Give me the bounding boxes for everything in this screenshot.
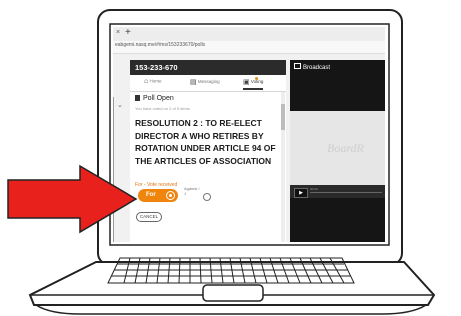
broadcast-header: Broadcast [294,63,330,71]
new-tab-button[interactable]: + [125,27,131,38]
resolution-title: RESOLUTION 2 : TO RE-ELECT DIRECTOR A WH… [135,118,276,166]
panel-header: 153-233-670 [130,60,286,75]
tab-voting[interactable]: ▣ Voting [243,78,264,90]
play-button[interactable]: ▶ [294,188,308,198]
poll-status: Poll Open [135,95,174,102]
chat-icon: ▤ [190,79,197,86]
tab-voting-label: Voting [250,79,264,85]
vote-instruction: For - Vote received [135,182,178,188]
against-option-label: Against / 1 [184,186,200,196]
ballot-icon: ▣ [243,79,250,86]
laptop-screen: × + eabgemi.nasq.me/#/ms/153233670/polls… [113,27,385,242]
poll-content: Poll Open You have voted on 2 of 5 items… [130,92,280,242]
tab-home-label: Home [149,78,162,84]
notification-dot [255,77,258,80]
video-time: 00:00 [310,187,318,191]
broadcast-panel: Broadcast BoardR ▶ 00:00 [290,60,385,242]
collapse-chevron-icon[interactable]: ⌄ [117,101,123,109]
scrollbar-thumb[interactable] [281,104,285,130]
browser-tab-strip: × + [113,27,385,41]
tab-messaging-label: Messaging [197,79,220,85]
video-player[interactable]: BoardR ▶ 00:00 [290,111,385,198]
panel-tabs: ⌂ Home ▤ Messaging ▣ Voting [130,75,286,92]
address-bar[interactable]: eabgemi.nasq.me/#/ms/153233670/polls [113,41,385,54]
for-option-button[interactable]: For [138,189,178,202]
url-text[interactable]: eabgemi.nasq.me/#/ms/153233670/polls [115,42,205,48]
tab-home[interactable]: ⌂ Home [144,78,162,88]
poll-icon [135,95,140,101]
voted-progress-text: You have voted on 2 of 5 items [135,106,190,111]
radio-selected-icon [166,191,175,200]
meeting-panel: 153-233-670 ⌂ Home ▤ Messaging ▣ Voting … [130,60,286,242]
tab-messaging[interactable]: ▤ Messaging [190,78,220,88]
broadcast-watermark-logo: BoardR [327,141,364,155]
video-controls: ▶ 00:00 [290,185,385,198]
broadcast-icon [294,63,301,69]
red-arrow-pointer [7,164,138,234]
against-radio[interactable] [203,193,211,201]
cancel-button[interactable]: CANCEL [136,212,162,222]
video-progress-bar[interactable] [310,192,382,193]
meeting-id: 153-233-670 [135,63,178,72]
home-icon: ⌂ [144,78,149,85]
scrollbar[interactable] [281,92,285,242]
poll-status-text: Poll Open [143,95,174,102]
against-label-line-1: Against / [184,186,200,191]
against-label-line-2: 1 [184,191,187,196]
broadcast-title: Broadcast [303,65,331,71]
close-tab-icon[interactable]: × [116,29,120,36]
for-option-label: For [146,192,156,198]
